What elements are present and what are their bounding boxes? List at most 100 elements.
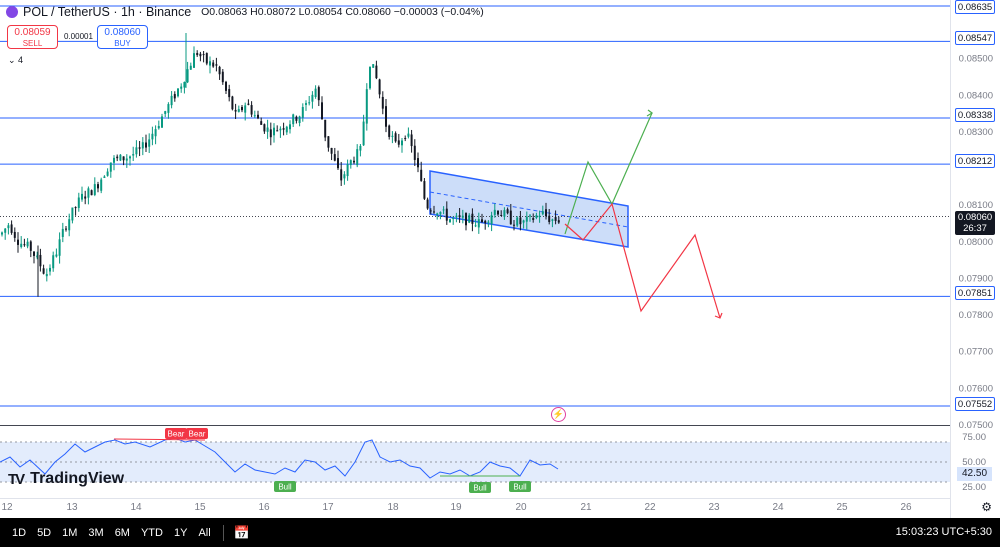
settings-gear-icon[interactable]: ⚙	[981, 500, 992, 514]
candle-body	[49, 267, 51, 272]
candle-body	[548, 215, 551, 222]
symbol-title[interactable]: POL / TetherUS · 1h · Binance	[23, 5, 191, 19]
candle-body	[413, 145, 416, 160]
candle-body	[90, 190, 93, 196]
indicators-toggle[interactable]: ⌄ 4	[8, 55, 23, 66]
candle-body	[39, 254, 42, 267]
candle-body	[420, 169, 423, 181]
candle-body	[346, 164, 349, 177]
candle-body	[173, 94, 176, 99]
price-tick-label: 0.07600	[959, 383, 993, 394]
candle-body	[362, 121, 365, 146]
price-chart[interactable]: 0.08500 0.08400 0.08300 0.08100 0.08000 0.079…	[0, 0, 1000, 547]
candle-body	[269, 129, 272, 138]
candle-body	[58, 239, 61, 256]
buy-button[interactable]: 0.08060 BUY	[97, 25, 148, 49]
level-tag-4[interactable]: 0.08212	[955, 154, 995, 168]
candle-body	[487, 221, 490, 223]
timeframe-all[interactable]: All	[198, 527, 210, 539]
candle-body	[557, 220, 560, 223]
candle-body	[225, 81, 227, 91]
candle-body	[97, 184, 99, 189]
divergence-badge-label: Bull	[278, 483, 292, 492]
candle-body	[209, 61, 211, 66]
candle-body	[253, 115, 256, 117]
price-tick-label: 0.08000	[959, 237, 993, 248]
candle-body	[452, 218, 455, 220]
divergence-badge-label: Bull	[473, 484, 487, 493]
level-tag-1[interactable]: 0.08635	[955, 0, 995, 14]
tradingview-logo[interactable]: TV TradingView	[8, 470, 124, 488]
candle-body	[103, 176, 106, 178]
candle-body	[74, 207, 77, 209]
candle-body	[423, 181, 426, 199]
candle-body	[343, 174, 346, 179]
candle-body	[493, 209, 496, 215]
timeframe-ytd[interactable]: YTD	[141, 527, 163, 539]
candle-body	[442, 209, 445, 211]
candle-body	[196, 52, 199, 56]
chart-header: POL / TetherUS · 1h · Binance O0.08063 H…	[6, 4, 484, 20]
candle-body	[100, 179, 103, 191]
candle-body	[186, 69, 189, 83]
candle-body	[324, 119, 327, 138]
timeframe-5d[interactable]: 5D	[37, 527, 51, 539]
calendar-range-icon[interactable]: 📅	[234, 525, 250, 541]
candle-body	[404, 138, 407, 140]
candle-body	[356, 149, 359, 166]
level-tag-3[interactable]: 0.08338	[955, 108, 995, 122]
candle-body	[266, 127, 269, 132]
candle-body	[301, 107, 304, 118]
candle-body	[321, 102, 323, 120]
level-tag-6[interactable]: 0.07552	[955, 397, 995, 411]
time-tick-label: 21	[580, 502, 592, 513]
sell-button[interactable]: 0.08059 SELL	[7, 25, 58, 49]
candle-body	[113, 157, 115, 163]
candle-body	[218, 66, 221, 75]
candle-body	[77, 197, 80, 208]
candle-body	[45, 273, 48, 277]
time-tick-label: 12	[1, 502, 13, 513]
candle-body	[68, 219, 71, 231]
candle-body	[84, 196, 87, 199]
timeframe-1m[interactable]: 1M	[62, 527, 77, 539]
candle-body	[311, 94, 314, 102]
timeframe-3m[interactable]: 3M	[88, 527, 103, 539]
clock-display[interactable]: 15:03:23 UTC+5:30	[896, 526, 992, 538]
level-tag-2[interactable]: 0.08547	[955, 31, 995, 45]
timeframe-1y[interactable]: 1Y	[174, 527, 187, 539]
time-tick-label: 25	[836, 502, 848, 513]
timeframe-1d[interactable]: 1D	[12, 527, 26, 539]
candle-body	[381, 96, 384, 109]
candle-body	[138, 147, 141, 149]
candle-body	[106, 171, 109, 176]
candle-body	[394, 133, 397, 142]
candle-body	[180, 86, 183, 89]
candle-body	[375, 65, 378, 79]
price-tick-label: 0.07500	[959, 420, 993, 431]
candle-body	[407, 133, 410, 137]
price-tick-label: 0.07900	[959, 273, 993, 284]
candle-body	[378, 79, 381, 95]
candle-body	[525, 216, 528, 222]
price-tick-label: 0.08100	[959, 200, 993, 211]
level-tag-5[interactable]: 0.07851	[955, 286, 995, 300]
time-tick-label: 16	[258, 502, 270, 513]
candle-body	[461, 215, 464, 218]
candle-body	[183, 81, 186, 88]
candle-body	[429, 210, 432, 212]
candle-body	[289, 124, 291, 130]
lightning-alert-icon[interactable]: ⚡	[551, 407, 566, 422]
candle-countdown: 26:37	[963, 223, 987, 234]
candle-body	[545, 209, 547, 217]
timeframe-6m[interactable]: 6M	[115, 527, 130, 539]
candle-body	[148, 139, 151, 147]
candle-body	[135, 147, 138, 155]
candle-body	[241, 107, 243, 111]
candle-body	[145, 142, 147, 148]
candle-body	[490, 215, 493, 224]
candle-body	[500, 214, 503, 216]
candle-body	[455, 215, 458, 217]
current-price-tag[interactable]: 0.08060 26:37	[955, 211, 995, 235]
candle-body	[20, 243, 23, 248]
